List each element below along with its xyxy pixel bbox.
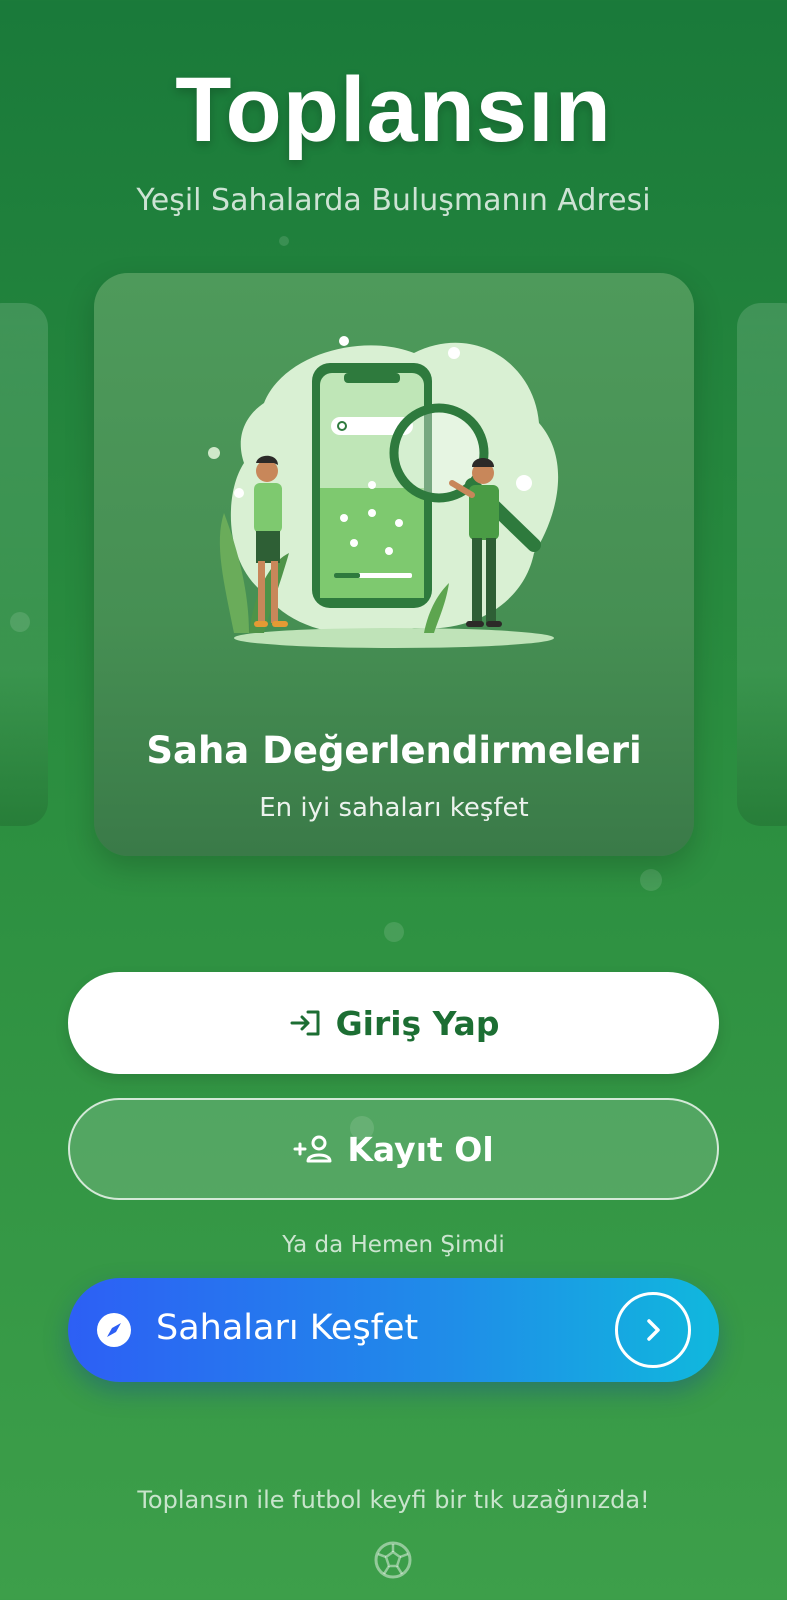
chevron-right-icon[interactable]: [615, 1292, 691, 1368]
footer-tagline: Toplansın ile futbol keyfi bir tık uzağı…: [137, 1486, 650, 1514]
login-label: Giriş Yap: [335, 1003, 500, 1043]
compass-icon: [97, 1313, 131, 1347]
card-title: Saha Değerlendirmeleri: [146, 729, 642, 772]
bg-dot: [384, 922, 404, 942]
register-button[interactable]: Kayıt Ol: [68, 1098, 719, 1200]
magnifier-phone-field-illustration: [208, 336, 559, 648]
or-divider-text: Ya da Hemen Şimdi: [282, 1232, 505, 1258]
card-subtitle: En iyi sahaları keşfet: [259, 793, 529, 823]
bg-dot: [279, 236, 289, 246]
login-icon: [290, 1010, 320, 1036]
bg-dot: [640, 869, 662, 891]
carousel-next-card[interactable]: [737, 303, 787, 826]
explore-fields-button[interactable]: Sahaları Keşfet: [68, 1278, 719, 1382]
app-subtitle: Yeşil Sahalarda Buluşmanın Adresi: [136, 183, 651, 218]
add-user-icon: [293, 1135, 332, 1163]
login-button[interactable]: Giriş Yap: [68, 972, 719, 1074]
carousel-card[interactable]: Saha Değerlendirmeleri En iyi sahaları k…: [94, 273, 694, 856]
carousel-prev-card[interactable]: [0, 303, 48, 826]
soccer-ball-icon: [374, 1541, 412, 1579]
register-label: Kayıt Ol: [347, 1129, 494, 1169]
explore-label: Sahaları Keşfet: [156, 1308, 419, 1348]
app-title: Toplansın: [175, 59, 612, 161]
